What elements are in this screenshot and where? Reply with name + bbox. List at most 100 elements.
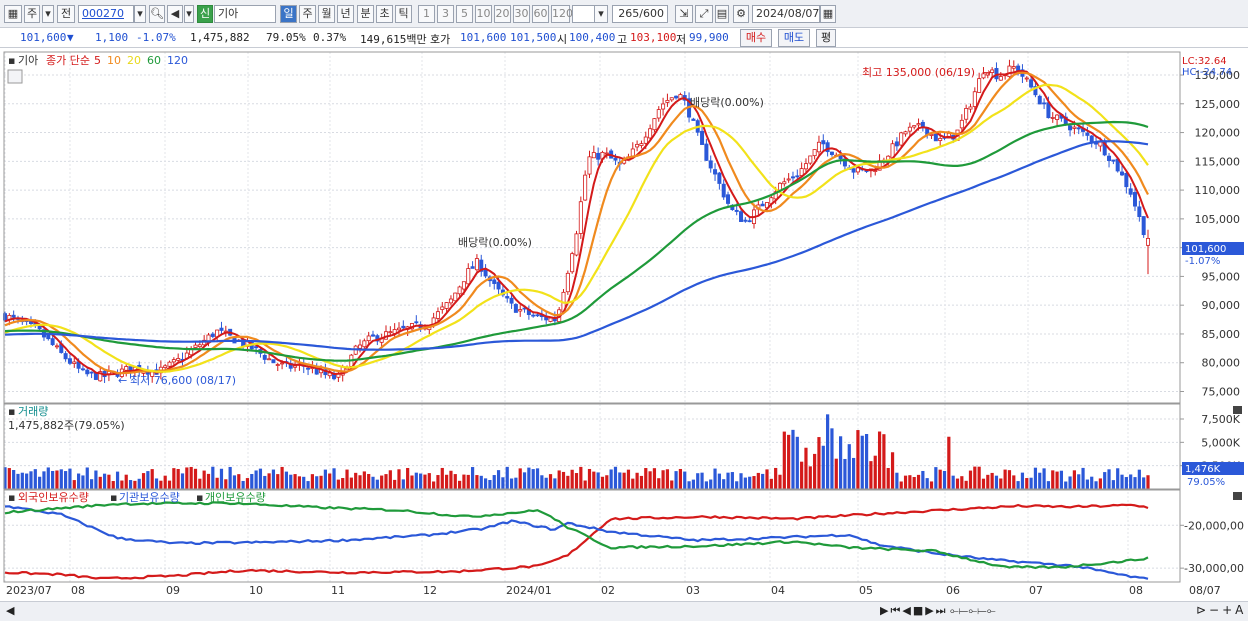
- volume-bar: [1081, 467, 1085, 489]
- price-pane-menu-icon[interactable]: ▪: [8, 54, 15, 67]
- period-year-tab[interactable]: 년: [337, 5, 354, 23]
- holding-legend-sep-1: ▪: [110, 491, 117, 504]
- ma-legend-label: 종가 단순: [46, 54, 90, 67]
- time-tick-label: 12: [423, 584, 437, 597]
- price-tick-label: 75,000: [1202, 385, 1241, 398]
- zoom-icon[interactable]: ⇲: [675, 5, 693, 23]
- price-candle: [518, 309, 523, 312]
- period-week-tab[interactable]: 주: [299, 5, 316, 23]
- volume-bar: [384, 474, 388, 489]
- price-candle: [760, 203, 765, 207]
- price-candle: [80, 368, 85, 371]
- price-candle: [894, 141, 899, 147]
- volume-bar: [354, 472, 358, 489]
- price-candle: [1146, 238, 1151, 246]
- horizontal-scrollbar[interactable]: ◀ ▶⏮◀■▶⏭ ⟜⟝⟜⟝⟜ ⊳−+A: [0, 601, 1248, 621]
- volume-bar: [527, 467, 531, 489]
- period-tick-tab[interactable]: 틱: [395, 5, 412, 23]
- holding-pane-close-icon[interactable]: [1233, 492, 1242, 500]
- volume-bar: [284, 471, 289, 489]
- volume-bar: [1020, 472, 1025, 489]
- price-candle: [267, 358, 272, 361]
- interval-120[interactable]: 120: [551, 5, 573, 23]
- avg-button[interactable]: 평: [816, 29, 836, 47]
- price-candle: [713, 169, 718, 175]
- interval-10[interactable]: 10: [475, 5, 492, 23]
- price-candle: [1107, 155, 1112, 161]
- volume-pane-close-icon[interactable]: [1233, 406, 1242, 414]
- price-candle: [210, 333, 215, 337]
- dropdown-arrow-icon[interactable]: ▾: [42, 5, 54, 23]
- zoom-controls-icon[interactable]: ⊳−+A: [1196, 603, 1246, 617]
- price-candle: [1024, 77, 1029, 80]
- count-input[interactable]: 265/600: [612, 5, 668, 23]
- gear-icon[interactable]: ⚙: [733, 5, 749, 23]
- date-input[interactable]: 2024/08/07: [752, 5, 820, 23]
- chart-style-icon[interactable]: ⤢: [695, 5, 713, 23]
- interval-5[interactable]: 5: [456, 5, 473, 23]
- price-candle: [959, 119, 964, 129]
- volume-bar: [743, 477, 747, 489]
- period-month-tab[interactable]: 월: [318, 5, 335, 23]
- range-slider-icon[interactable]: ⟜⟝⟜⟝⟜: [950, 604, 996, 618]
- interval-dropdown-icon[interactable]: ▾: [594, 5, 608, 23]
- volume-bar: [419, 473, 423, 489]
- volume-bar: [496, 470, 501, 489]
- stock-chart[interactable]: 130,000125,000120,000115,000110,000105,0…: [0, 48, 1248, 601]
- speaker-icon[interactable]: ◀: [167, 5, 183, 23]
- period-left-select[interactable]: 주: [24, 5, 40, 23]
- period-day-tab[interactable]: 일: [280, 5, 297, 23]
- price-candle: [496, 281, 501, 290]
- volume-bar: [531, 469, 535, 489]
- table-toggle-icon[interactable]: [7, 69, 23, 84]
- stock-code-input[interactable]: 000270: [78, 5, 134, 23]
- volume-bar: [258, 468, 263, 489]
- price-candle: [1072, 126, 1077, 129]
- price-tick-label: 90,000: [1202, 299, 1241, 312]
- volume-bar: [68, 468, 72, 489]
- volume-bar: [817, 437, 821, 489]
- calendar-icon[interactable]: ▦: [820, 5, 836, 23]
- price-candle: [782, 181, 787, 185]
- volume-bar: [748, 476, 752, 489]
- price-tick-label: 95,000: [1202, 270, 1241, 283]
- volume-bar: [596, 472, 600, 489]
- volume-bar: [722, 479, 726, 489]
- layout-icon[interactable]: ▦: [4, 5, 22, 23]
- search-icon[interactable]: 🔍︎: [149, 5, 165, 23]
- price-candle: [803, 163, 808, 170]
- playback-controls-icon[interactable]: ▶⏮◀■▶⏭: [880, 604, 948, 618]
- volume-bar: [297, 476, 302, 489]
- stock-name-field[interactable]: 기아: [214, 5, 276, 23]
- holding-pane-menu-icon[interactable]: ▪: [8, 491, 15, 504]
- interval-3[interactable]: 3: [437, 5, 454, 23]
- price-candle: [461, 281, 466, 290]
- interval-20[interactable]: 20: [494, 5, 511, 23]
- time-tick-label: 2023/07: [6, 584, 52, 597]
- volume-bar: [921, 470, 925, 489]
- high-annotation: 최고 135,000 (06/19): [862, 66, 975, 79]
- period-second-tab[interactable]: 초: [376, 5, 393, 23]
- period-minute-tab[interactable]: 분: [357, 5, 374, 23]
- volume-pane-title: 거래량: [18, 405, 48, 418]
- chart-tool-icon[interactable]: ▤: [715, 5, 729, 23]
- speaker-dropdown-icon[interactable]: ▾: [184, 5, 194, 23]
- interval-30[interactable]: 30: [513, 5, 530, 23]
- volume-bar: [587, 468, 592, 489]
- price-tick-label: 80,000: [1202, 357, 1241, 370]
- interval-60[interactable]: 60: [532, 5, 549, 23]
- volume-bar: [410, 475, 414, 489]
- interval-1[interactable]: 1: [418, 5, 435, 23]
- code-dropdown-icon[interactable]: ▾: [134, 5, 146, 23]
- sell-button[interactable]: 매도: [778, 29, 810, 47]
- volume-bar: [778, 474, 782, 489]
- price-candle: [470, 266, 475, 269]
- volume-pane-menu-icon[interactable]: ▪: [8, 405, 15, 418]
- price-candle: [851, 168, 856, 173]
- buy-button[interactable]: 매수: [740, 29, 772, 47]
- volume-bar: [120, 480, 124, 489]
- volume-bar: [713, 468, 717, 489]
- volume-bar: [479, 475, 483, 489]
- scroll-left-icon[interactable]: ◀: [6, 604, 14, 617]
- prev-button[interactable]: 전: [57, 5, 75, 23]
